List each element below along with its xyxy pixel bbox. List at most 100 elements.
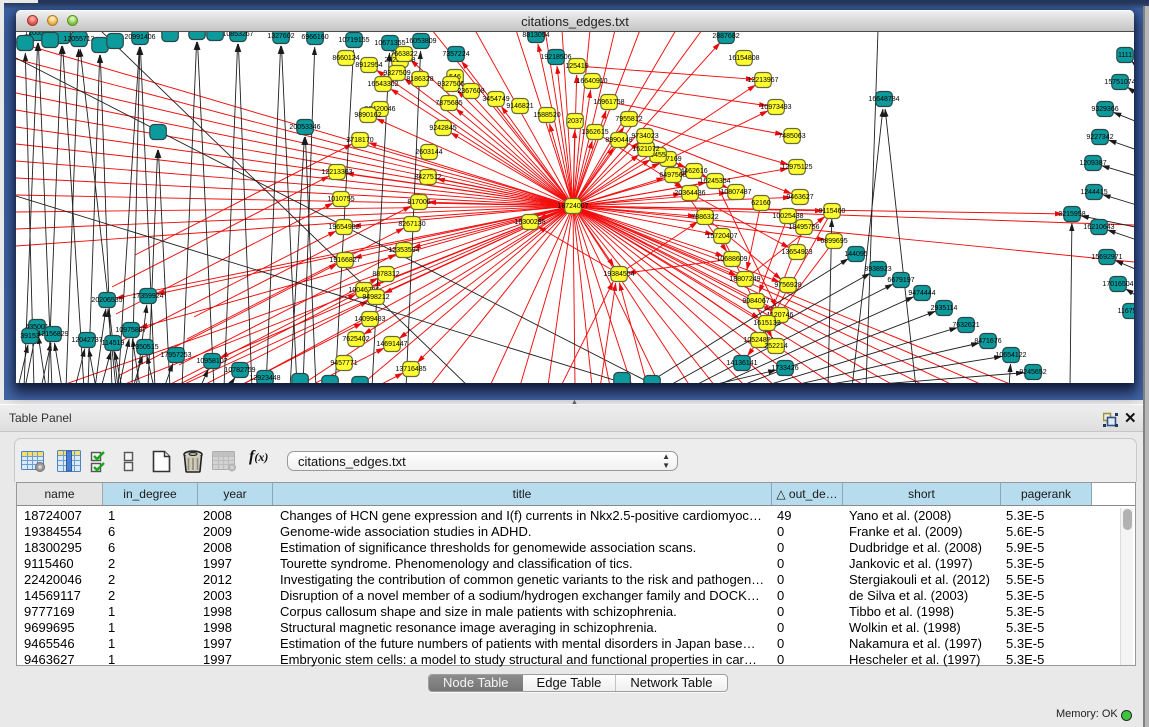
svg-text:8938923: 8938923 <box>864 266 891 273</box>
svg-text:17359924: 17359924 <box>132 293 163 300</box>
svg-text:12353594: 12353594 <box>388 247 419 254</box>
svg-text:20206535: 20206535 <box>91 297 122 304</box>
svg-text:18807249: 18807249 <box>729 276 760 283</box>
svg-text:12975125: 12975125 <box>781 164 812 171</box>
svg-text:16053809: 16053809 <box>405 38 436 45</box>
svg-text:19654982: 19654982 <box>328 224 359 231</box>
svg-text:2718170: 2718170 <box>346 137 373 144</box>
svg-text:20053346: 20053346 <box>289 124 320 131</box>
svg-text:1615132: 1615132 <box>753 320 780 327</box>
svg-text:8186328: 8186328 <box>406 76 433 83</box>
svg-text:16245354: 16245354 <box>699 178 730 185</box>
svg-text:10025438: 10025438 <box>772 213 803 220</box>
svg-text:9327505: 9327505 <box>437 81 464 88</box>
svg-text:7485063: 7485063 <box>778 133 805 140</box>
svg-text:9146821: 9146821 <box>506 103 533 110</box>
svg-text:16961758: 16961758 <box>593 99 624 106</box>
svg-text:2935114: 2935114 <box>931 305 958 312</box>
svg-text:62160: 62160 <box>751 200 771 207</box>
svg-text:8427512: 8427512 <box>414 174 441 181</box>
svg-text:13654923: 13654923 <box>781 249 812 256</box>
svg-text:16640910: 16640910 <box>576 78 607 85</box>
svg-text:19218506: 19218506 <box>540 54 571 61</box>
svg-text:9115460: 9115460 <box>819 208 846 215</box>
svg-text:19384554: 19384554 <box>603 271 634 278</box>
svg-text:8878312: 8878312 <box>372 271 399 278</box>
svg-text:1621072: 1621072 <box>632 146 659 153</box>
svg-text:8660124: 8660124 <box>332 55 359 62</box>
svg-text:20364436: 20364436 <box>674 190 705 197</box>
svg-text:1111: 1111 <box>1118 52 1132 59</box>
svg-text:16648784: 16648784 <box>868 96 899 103</box>
svg-text:9474444: 9474444 <box>908 290 935 297</box>
svg-text:10654122: 10654122 <box>995 352 1026 359</box>
svg-text:9890162: 9890162 <box>354 112 381 119</box>
svg-text:7663822: 7663822 <box>390 51 417 58</box>
svg-text:17016504: 17016504 <box>1102 281 1133 288</box>
svg-text:15692971: 15692971 <box>1091 254 1122 261</box>
svg-text:8912954: 8912954 <box>355 62 382 69</box>
svg-text:17957253: 17957253 <box>160 352 191 359</box>
svg-text:12042737: 12042737 <box>71 337 102 344</box>
svg-text:20991406: 20991406 <box>124 34 155 41</box>
svg-text:16210643: 16210643 <box>1083 224 1114 231</box>
svg-text:9498212: 9498212 <box>362 294 389 301</box>
svg-text:15751074: 15751074 <box>1104 79 1134 86</box>
svg-text:9227342: 9227342 <box>1086 134 1113 141</box>
svg-text:1733426: 1733426 <box>771 365 798 372</box>
svg-text:125419: 125419 <box>565 63 588 70</box>
svg-text:9242845: 9242845 <box>429 125 456 132</box>
svg-text:10853267: 10853267 <box>222 32 253 38</box>
svg-text:1588520: 1588520 <box>533 112 560 119</box>
svg-text:16154808: 16154808 <box>728 55 759 62</box>
svg-text:2603144: 2603144 <box>415 149 442 156</box>
svg-text:12055713: 12055713 <box>63 36 94 43</box>
svg-text:144095: 144095 <box>844 251 867 258</box>
svg-text:16543362: 16543362 <box>367 81 398 88</box>
svg-text:6497568: 6497568 <box>659 172 686 179</box>
svg-text:10807487: 10807487 <box>720 189 751 196</box>
svg-text:6966160: 6966160 <box>301 34 328 41</box>
svg-text:9463627: 9463627 <box>786 194 813 201</box>
svg-text:10958107: 10958107 <box>196 358 227 365</box>
svg-text:9245652: 9245652 <box>1019 369 1046 376</box>
svg-text:10719155: 10719155 <box>338 37 369 44</box>
svg-text:10688609: 10688609 <box>716 256 747 263</box>
svg-text:12156829: 12156829 <box>37 331 68 338</box>
svg-text:1362615: 1362615 <box>581 129 608 136</box>
svg-text:15720407: 15720407 <box>706 233 737 240</box>
svg-text:1209387: 1209387 <box>1079 160 1106 167</box>
svg-text:7955812: 7955812 <box>615 116 642 123</box>
svg-text:12213363: 12213363 <box>321 169 352 176</box>
svg-text:9457771: 9457771 <box>330 360 357 367</box>
svg-text:6679197: 6679197 <box>887 277 914 284</box>
svg-text:18724007: 18724007 <box>557 203 588 210</box>
svg-text:6899695: 6899695 <box>820 238 847 245</box>
svg-text:10782759: 10782759 <box>224 367 255 374</box>
svg-text:18300295: 18300295 <box>514 219 545 226</box>
svg-text:1167533: 1167533 <box>1118 308 1134 315</box>
svg-text:7625402: 7625402 <box>342 336 369 343</box>
svg-text:7632621: 7632621 <box>952 322 979 329</box>
svg-text:8267130: 8267130 <box>398 221 425 228</box>
svg-text:2037: 2037 <box>567 118 583 125</box>
svg-text:3215958: 3215958 <box>1058 211 1085 218</box>
svg-text:8990448: 8990448 <box>605 137 632 144</box>
svg-text:14099483: 14099483 <box>354 316 385 323</box>
svg-text:817006: 817006 <box>407 199 430 206</box>
svg-text:10975887: 10975887 <box>115 327 146 334</box>
svg-text:7875685: 7875685 <box>435 100 462 107</box>
svg-text:14136141: 14136141 <box>726 360 757 367</box>
svg-text:1010755: 1010755 <box>327 196 354 203</box>
svg-text:9734023: 9734023 <box>631 133 658 140</box>
svg-text:252214: 252214 <box>764 343 787 350</box>
svg-text:12213967: 12213967 <box>747 77 778 84</box>
svg-text:7357224: 7357224 <box>442 51 469 58</box>
svg-text:12923448: 12923448 <box>249 375 280 382</box>
svg-text:13716485: 13716485 <box>395 366 426 373</box>
svg-text:1350515: 1350515 <box>131 344 158 351</box>
svg-text:2367608: 2367608 <box>457 88 484 95</box>
svg-text:9084067: 9084067 <box>742 298 769 305</box>
svg-text:9329366: 9329366 <box>1091 106 1118 113</box>
svg-text:1327602: 1327602 <box>267 33 294 40</box>
